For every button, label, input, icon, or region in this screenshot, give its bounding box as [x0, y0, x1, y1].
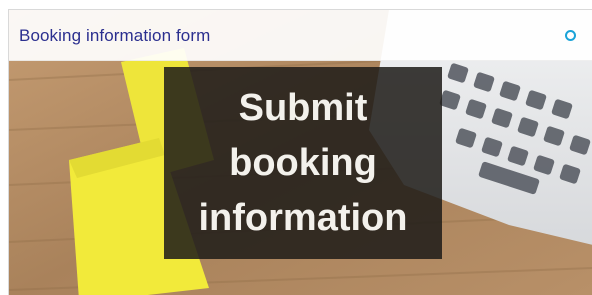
- image-caption-overlay: Submit booking information: [164, 67, 442, 259]
- image-caption: Submit booking information: [164, 81, 442, 246]
- card-title[interactable]: Booking information form: [19, 26, 210, 46]
- card-header: Booking information form: [9, 10, 592, 61]
- caption-line-2: booking: [229, 142, 377, 184]
- caption-line-1: Submit: [238, 87, 368, 129]
- caption-line-3: information: [198, 197, 408, 239]
- booking-form-card[interactable]: Booking information form Submit booking …: [8, 9, 592, 295]
- status-circle-icon: [565, 30, 576, 41]
